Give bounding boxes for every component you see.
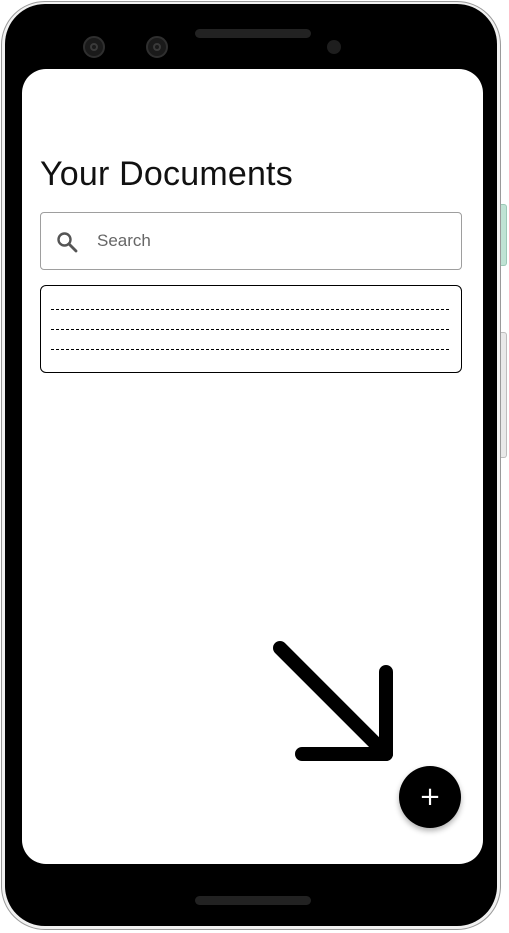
- bottom-bezel-bar: [195, 896, 311, 905]
- power-button: [501, 204, 507, 266]
- earpiece-speaker: [195, 29, 311, 38]
- page-title: Your Documents: [40, 155, 293, 193]
- volume-button: [501, 332, 507, 458]
- placeholder-text-line: [51, 309, 449, 310]
- add-document-button[interactable]: +: [399, 766, 461, 828]
- front-camera-icon: [146, 36, 168, 58]
- add-icon: +: [419, 782, 441, 812]
- search-icon: [57, 232, 78, 253]
- arrow-down-right-icon: [273, 641, 393, 761]
- front-camera-icon: [83, 36, 105, 58]
- search-box[interactable]: [40, 212, 462, 270]
- app-screen: Your Documents +: [22, 69, 483, 864]
- search-input[interactable]: [97, 227, 437, 255]
- placeholder-text-line: [51, 349, 449, 350]
- document-card[interactable]: [40, 285, 462, 373]
- proximity-sensor: [327, 40, 341, 54]
- placeholder-text-line: [51, 329, 449, 330]
